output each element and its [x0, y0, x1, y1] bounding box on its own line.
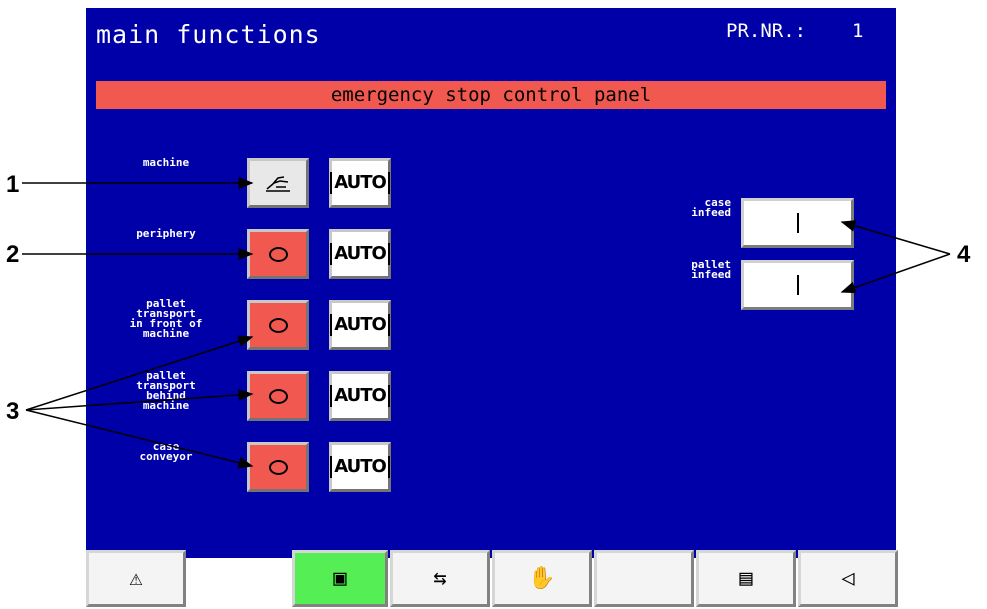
- periphery-auto-button[interactable]: AUTO: [329, 229, 391, 279]
- pages-icon: ▤: [739, 566, 753, 591]
- main-functions-icon: ▣: [333, 566, 347, 591]
- case-conveyor-auto-button[interactable]: AUTO: [329, 442, 391, 492]
- pallet-infeed-switch[interactable]: [741, 260, 854, 310]
- blank-function-button[interactable]: [594, 550, 694, 607]
- program-number-value: 1: [852, 20, 864, 42]
- warning-icon: ⚠: [129, 566, 143, 591]
- machine-auto-label: AUTO: [330, 172, 390, 194]
- pallet-front-auto-label: AUTO: [330, 314, 390, 336]
- on-bar-icon: [796, 275, 799, 295]
- manual-hand-icon: [266, 176, 290, 192]
- row-label-pallet-front: pallet transport in front of machine: [129, 297, 203, 340]
- program-number-label: PR.NR.:: [726, 20, 807, 42]
- warning-button[interactable]: ⚠: [86, 550, 186, 607]
- pallet-infeed-label: pallet infeed: [691, 258, 731, 281]
- case-infeed-label: case infeed: [691, 196, 731, 219]
- row-label-case-conveyor: case conveyor: [139, 440, 193, 463]
- row-label-machine: machine: [142, 156, 190, 169]
- page-title: main functions: [96, 20, 321, 49]
- pallet-front-auto-button[interactable]: AUTO: [329, 300, 391, 350]
- transfer-icon: ⇆: [433, 566, 447, 591]
- case-conveyor-auto-label: AUTO: [330, 456, 390, 478]
- pallet-behind-off-button[interactable]: [247, 371, 309, 421]
- off-circle-icon: [268, 388, 288, 404]
- callout-2: 2: [6, 241, 20, 268]
- off-circle-icon: [268, 459, 288, 475]
- row-label-periphery: periphery: [136, 227, 196, 240]
- back-button[interactable]: ◁: [798, 550, 898, 607]
- pallet-behind-auto-label: AUTO: [330, 385, 390, 407]
- row-label-pallet-behind: pallet transport behind machine: [136, 369, 196, 412]
- periphery-off-button[interactable]: [247, 229, 309, 279]
- callout-3: 3: [6, 398, 20, 425]
- hmi-screen: main functions PR.NR.: 1 emergency stop …: [86, 8, 896, 558]
- pages-button[interactable]: ▤: [696, 550, 796, 607]
- machine-manual-button[interactable]: [247, 158, 309, 208]
- back-icon: ◁: [841, 566, 855, 591]
- transfer-button[interactable]: ⇆: [390, 550, 490, 607]
- off-circle-icon: [268, 246, 288, 262]
- periphery-auto-label: AUTO: [330, 243, 390, 265]
- pallet-behind-auto-button[interactable]: AUTO: [329, 371, 391, 421]
- manual-mode-button[interactable]: ✋: [492, 550, 592, 607]
- callout-4: 4: [957, 241, 971, 268]
- case-conveyor-off-button[interactable]: [247, 442, 309, 492]
- off-circle-icon: [268, 317, 288, 333]
- pallet-front-off-button[interactable]: [247, 300, 309, 350]
- case-infeed-switch[interactable]: [741, 198, 854, 248]
- machine-auto-button[interactable]: AUTO: [329, 158, 391, 208]
- hand-icon: ✋: [528, 566, 556, 591]
- emergency-stop-banner: emergency stop control panel: [96, 81, 886, 109]
- main-functions-button[interactable]: ▣: [292, 550, 388, 607]
- program-number: PR.NR.: 1: [726, 20, 863, 42]
- callout-1: 1: [6, 171, 20, 198]
- on-bar-icon: [796, 213, 799, 233]
